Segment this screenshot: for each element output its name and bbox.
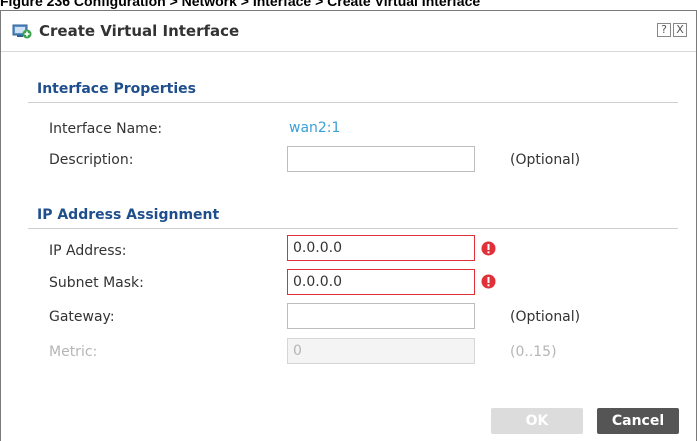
gateway-label: Gateway: bbox=[49, 309, 115, 325]
section-title-ip-address-assignment: IP Address Assignment bbox=[37, 207, 220, 223]
help-button[interactable]: ? bbox=[657, 23, 671, 37]
metric-label: Metric: bbox=[49, 344, 98, 360]
description-input[interactable] bbox=[287, 146, 475, 172]
close-button[interactable]: X bbox=[673, 23, 687, 37]
section-divider bbox=[28, 102, 678, 103]
dialog-titlebar: Create Virtual Interface ? X bbox=[1, 11, 696, 52]
gateway-optional-hint: (Optional) bbox=[510, 309, 581, 325]
gateway-input[interactable] bbox=[287, 303, 475, 329]
error-icon bbox=[481, 241, 496, 256]
dialog-footer: OK Cancel bbox=[1, 402, 696, 441]
cancel-button[interactable]: Cancel bbox=[597, 408, 679, 434]
section-title-interface-properties: Interface Properties bbox=[37, 81, 196, 97]
ok-button[interactable]: OK bbox=[491, 408, 583, 434]
error-icon bbox=[481, 274, 496, 289]
dialog-title: Create Virtual Interface bbox=[39, 22, 240, 40]
add-interface-icon bbox=[12, 24, 32, 39]
create-virtual-interface-dialog: Create Virtual Interface ? X Interface P… bbox=[0, 10, 697, 441]
ip-address-label: IP Address: bbox=[49, 243, 127, 259]
ip-address-input[interactable] bbox=[287, 235, 475, 261]
interface-name-value: wan2:1 bbox=[289, 120, 341, 136]
metric-input[interactable] bbox=[287, 338, 475, 364]
description-optional-hint: (Optional) bbox=[510, 152, 581, 168]
interface-name-label: Interface Name: bbox=[49, 121, 163, 137]
section-divider bbox=[28, 228, 678, 229]
metric-range-hint: (0..15) bbox=[510, 344, 557, 360]
subnet-mask-input[interactable] bbox=[287, 269, 475, 295]
subnet-mask-label: Subnet Mask: bbox=[49, 275, 144, 291]
description-label: Description: bbox=[49, 152, 134, 168]
